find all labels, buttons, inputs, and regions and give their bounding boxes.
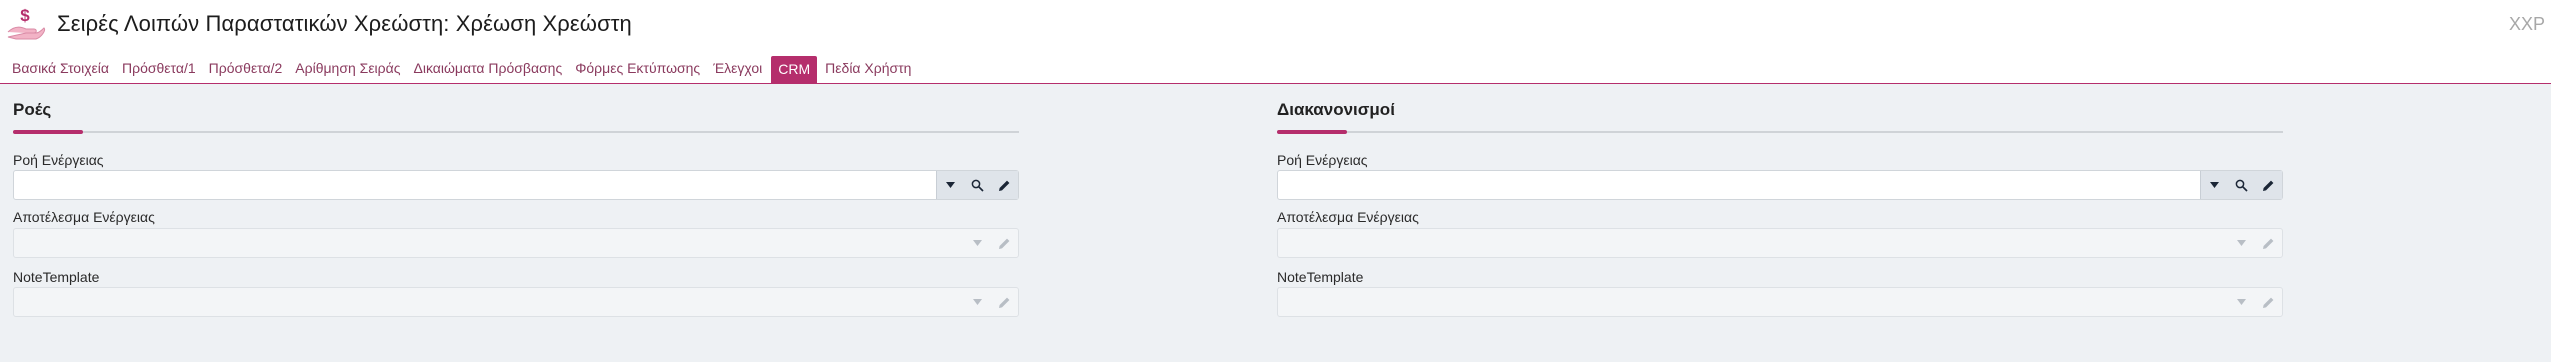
field-buttons [2228, 229, 2282, 257]
tab-checks[interactable]: Έλεγχοι [707, 58, 769, 83]
field-label: Αποτέλεσμα Ενέργειας [1277, 209, 1419, 225]
tab-additional-1[interactable]: Πρόσθετα/1 [116, 58, 203, 83]
section-divider [13, 131, 1019, 133]
tab-additional-2[interactable]: Πρόσθετα/2 [203, 58, 290, 83]
field-label: NoteTemplate [1277, 269, 1364, 285]
search-icon[interactable] [2228, 171, 2255, 199]
field-label: Ροή Ενέργειας [13, 152, 104, 168]
note-template-field [13, 287, 1019, 317]
section-accent-bar [1277, 130, 1347, 134]
section-divider [1277, 131, 2283, 133]
tab-print-forms[interactable]: Φόρμες Εκτύπωσης [569, 58, 707, 83]
tab-access-rights[interactable]: Δικαιώματα Πρόσβασης [407, 58, 569, 83]
section-accent-bar [13, 130, 83, 134]
page-title: Σειρές Λοιπών Παραστατικών Χρεώστη: Χρέω… [57, 11, 632, 36]
field-buttons [2200, 171, 2282, 199]
edit-pencil-icon[interactable] [991, 171, 1018, 199]
svg-text:$: $ [20, 6, 30, 25]
dropdown-arrow-icon [2228, 288, 2255, 316]
series-code: XXP [2508, 14, 2545, 34]
search-icon[interactable] [964, 171, 991, 199]
field-label: NoteTemplate [13, 269, 100, 285]
page-header: $ Σειρές Λοιπών Παραστατικών Χρεώστη: Χρ… [0, 0, 2551, 52]
action-flow-field[interactable] [1277, 170, 2283, 200]
field-buttons [2228, 288, 2282, 316]
section-title: Ροές [13, 100, 52, 119]
dropdown-arrow-icon [964, 229, 991, 257]
action-result-field [13, 228, 1019, 258]
tab-series-numbering[interactable]: Αρίθμηση Σειράς [289, 58, 407, 83]
edit-pencil-icon [2255, 288, 2282, 316]
field-buttons [964, 288, 1018, 316]
hand-money-icon: $ [6, 4, 46, 44]
edit-pencil-icon [2255, 229, 2282, 257]
tab-user-fields[interactable]: Πεδία Χρήστη [819, 58, 918, 83]
tab-bar: Βασικά Στοιχεία Πρόσθετα/1 Πρόσθετα/2 Αρ… [0, 56, 2551, 83]
field-buttons [964, 229, 1018, 257]
dropdown-arrow-icon [964, 288, 991, 316]
edit-pencil-icon[interactable] [2255, 171, 2282, 199]
action-flow-field[interactable] [13, 170, 1019, 200]
edit-pencil-icon [991, 229, 1018, 257]
edit-pencil-icon [991, 288, 1018, 316]
note-template-field [1277, 287, 2283, 317]
field-label: Αποτέλεσμα Ενέργειας [13, 209, 155, 225]
dropdown-arrow-icon[interactable] [937, 171, 964, 199]
field-label: Ροή Ενέργειας [1277, 152, 1368, 168]
dropdown-arrow-icon[interactable] [2201, 171, 2228, 199]
tab-content: Ροές Ροή Ενέργειας Αποτέλεσμα Ενέργειας [0, 84, 2551, 362]
section-title: Διακανονισμοί [1277, 100, 1395, 119]
field-buttons [936, 171, 1018, 199]
action-result-field [1277, 228, 2283, 258]
dropdown-arrow-icon [2228, 229, 2255, 257]
tab-crm[interactable]: CRM [771, 56, 818, 83]
tab-basic-info[interactable]: Βασικά Στοιχεία [6, 58, 116, 83]
